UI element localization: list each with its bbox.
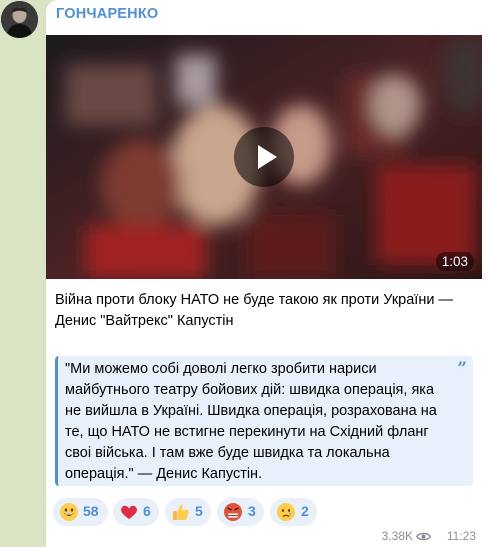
reaction-count: 5: [195, 503, 203, 519]
message-time: 11:23: [446, 529, 476, 543]
reaction-heart[interactable]: 6: [113, 498, 159, 526]
avatar-photo-icon: [1, 1, 38, 38]
crying-face-icon: [277, 503, 295, 521]
reaction-crying[interactable]: 2: [270, 498, 317, 526]
thumbs-up-icon: [173, 504, 189, 520]
channel-name[interactable]: ГОНЧАРЕНКО: [56, 6, 158, 22]
quote-text: "Ми можемо собі доволі легко зробити нар…: [65, 361, 437, 482]
view-count: 3.38K: [381, 529, 413, 543]
message-caption: Війна проти блоку НАТО не буде такою як …: [55, 292, 453, 329]
quote-icon: ”: [457, 359, 467, 379]
reaction-count: 6: [143, 503, 151, 519]
angry-face-icon: [224, 503, 242, 521]
channel-avatar[interactable]: [1, 1, 38, 38]
reaction-count: 3: [248, 503, 256, 519]
play-button[interactable]: [234, 127, 294, 187]
red-heart-icon: [121, 505, 137, 519]
video-duration: 1:03: [435, 252, 474, 271]
message-bubble: ГОНЧАРЕНКО 1:03 Війна проти блоку НАТО н…: [46, 0, 488, 547]
reaction-count: 58: [83, 503, 99, 519]
blockquote: "Ми можемо собі доволі легко зробити нар…: [55, 356, 473, 486]
video-player[interactable]: 1:03: [46, 35, 482, 279]
reaction-grinning[interactable]: 58: [53, 498, 108, 526]
reaction-angry[interactable]: 3: [217, 498, 264, 526]
eye-icon: [416, 532, 431, 541]
play-icon: [258, 145, 277, 169]
reaction-thumbs-up[interactable]: 5: [165, 498, 211, 526]
grinning-face-icon: [60, 503, 78, 521]
reaction-count: 2: [301, 503, 309, 519]
